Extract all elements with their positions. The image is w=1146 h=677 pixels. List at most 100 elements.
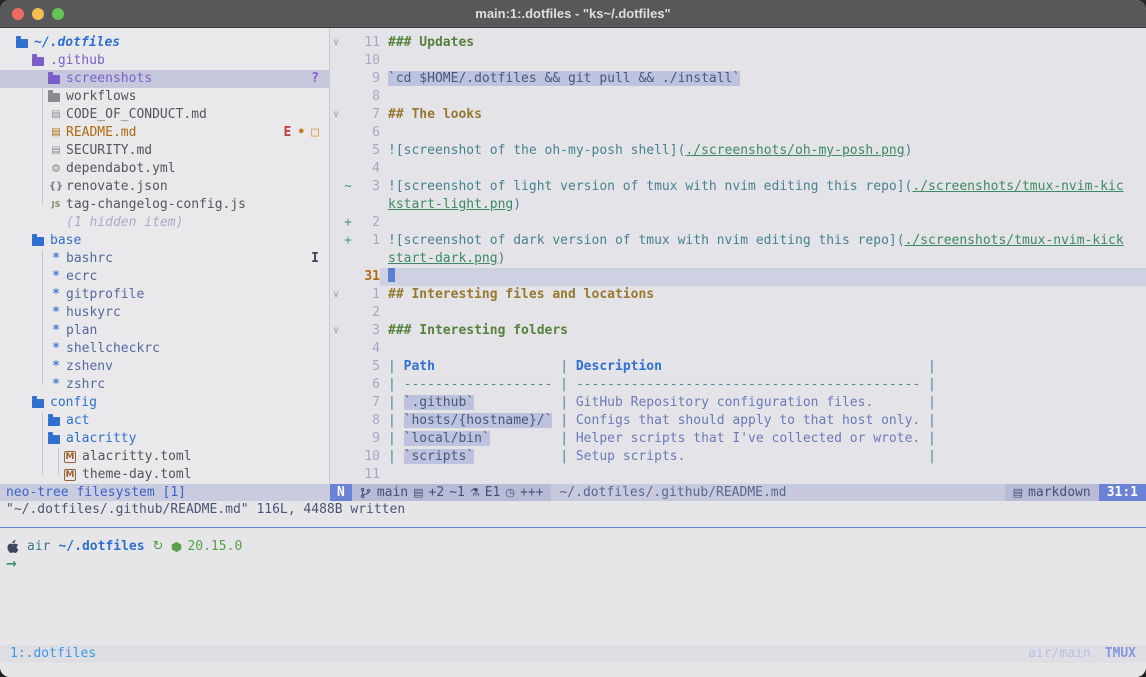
editor-line[interactable]: ∨11### Updates [330, 34, 1146, 52]
editor-line[interactable]: kstart-light.png) [330, 196, 1146, 214]
tree-item-act[interactable]: act [0, 412, 329, 430]
tree-item-label: shellcheckrc [66, 340, 160, 358]
editor-line[interactable]: +2 [330, 214, 1146, 232]
editor-line[interactable]: 6 [330, 124, 1146, 142]
fold-column [330, 124, 342, 142]
sign-column [342, 160, 354, 178]
close-button[interactable] [12, 8, 24, 20]
editor-line[interactable]: 4 [330, 340, 1146, 358]
editor-line[interactable]: ∨7## The looks [330, 106, 1146, 124]
tree-item--1-hidden-item-[interactable]: (1 hidden item) [0, 214, 329, 232]
shell-pane[interactable]: air ~/.dotfiles ↻ 20.15.0 → [0, 528, 1146, 574]
tree-item-tag-changelog-config.js[interactable]: JStag-changelog-config.js [0, 196, 329, 214]
editor-line[interactable]: start-dark.png) [330, 250, 1146, 268]
line-text: | `local/bin` | Helper scripts that I've… [380, 430, 1146, 448]
line-text: ## The looks [380, 106, 1146, 124]
tree-item-~-.dotfiles[interactable]: ~/.dotfiles [0, 34, 329, 52]
markdown-icon: ▤ [1013, 484, 1023, 501]
tree-item-bashrc[interactable]: *bashrcI [0, 250, 329, 268]
syntax-cell: Helper scripts that I've collected or wr… [576, 431, 920, 446]
tree-item-theme-day.toml[interactable]: Mtheme-day.toml [0, 466, 329, 484]
current-directory: ~/.dotfiles [58, 538, 144, 556]
editor-line[interactable]: 7| `.github` | GitHub Repository configu… [330, 394, 1146, 412]
tree-item-zshenv[interactable]: *zshenv [0, 358, 329, 376]
line-text: | Path | Description | [380, 358, 1146, 376]
status-row: neo-tree filesystem [1] N main ▤ +2 ~1 ⚗… [0, 484, 1146, 501]
fold-column [330, 394, 342, 412]
folder-icon [48, 435, 60, 444]
editor-line[interactable]: 8| `hosts/{hostname}/` | Configs that sh… [330, 412, 1146, 430]
tree-item-ecrc[interactable]: *ecrc [0, 268, 329, 286]
editor-line[interactable]: 9`cd $HOME/.dotfiles && git pull && ./in… [330, 70, 1146, 88]
tree-item-renovate.json[interactable]: {}renovate.json [0, 178, 329, 196]
tree-item-label: zshrc [66, 376, 105, 394]
diagnostics-count: E1 [485, 484, 501, 501]
editor-line[interactable]: 2 [330, 304, 1146, 322]
titlebar: main:1:.dotfiles - "ks~/.dotfiles" [0, 0, 1146, 28]
zoom-button[interactable] [52, 8, 64, 20]
git-sign: ~ [342, 178, 354, 196]
tmux-window-tab[interactable]: 1:.dotfiles [10, 645, 96, 663]
fold-column [330, 268, 342, 286]
syntax-md: ![screenshot of dark version of tmux wit… [388, 233, 905, 248]
editor-line[interactable]: 4 [330, 160, 1146, 178]
sign-column [342, 448, 354, 466]
tree-item-config[interactable]: config [0, 394, 329, 412]
line-number [354, 250, 380, 268]
syntax-cell: Setup scripts. [576, 449, 686, 464]
line-text [380, 268, 1146, 286]
tree-item-alacritty[interactable]: alacritty [0, 430, 329, 448]
md-icon: ▤ [48, 124, 64, 142]
tree-item-zshrc[interactable]: *zshrc [0, 376, 329, 394]
tree-item-alacritty.toml[interactable]: Malacritty.toml [0, 448, 329, 466]
editor-line[interactable]: 6| ------------------- | ---------------… [330, 376, 1146, 394]
sign-column [342, 394, 354, 412]
editor-line[interactable]: ~3![screenshot of light version of tmux … [330, 178, 1146, 196]
editor-line[interactable]: 5| Path | Description | [330, 358, 1146, 376]
tree-item-base[interactable]: base [0, 232, 329, 250]
fold-column [330, 376, 342, 394]
editor-line[interactable]: 10 [330, 52, 1146, 70]
tree-item-huskyrc[interactable]: *huskyrc [0, 304, 329, 322]
tree-item-shellcheckrc[interactable]: *shellcheckrc [0, 340, 329, 358]
syntax-pipe: | ------------------- | ----------------… [388, 377, 936, 392]
tree-item-code-of-conduct.md[interactable]: ▤CODE_OF_CONDUCT.md [0, 106, 329, 124]
tree-item-workflows[interactable]: workflows [0, 88, 329, 106]
tree-item-label: dependabot.yml [66, 160, 176, 178]
editor-pane[interactable]: ∨11### Updates109`cd $HOME/.dotfiles && … [330, 28, 1146, 484]
tree-item-label: alacritty.toml [82, 448, 192, 466]
tree-item-screenshots[interactable]: screenshots? [0, 70, 329, 88]
neotree-sidebar: ~/.dotfiles.githubscreenshots?workflows▤… [0, 28, 330, 484]
js-icon: JS [48, 196, 64, 214]
tree-item-label: ecrc [66, 268, 97, 286]
editor-line[interactable]: 8 [330, 88, 1146, 106]
syntax-pipe: | [474, 449, 576, 464]
star-icon: * [48, 268, 64, 286]
hostname: air [27, 538, 50, 556]
line-number: 10 [354, 448, 380, 466]
tree-item-security.md[interactable]: ▤SECURITY.md [0, 142, 329, 160]
gear-icon: ⚙ [48, 160, 64, 178]
editor-line[interactable]: +1![screenshot of dark version of tmux w… [330, 232, 1146, 250]
tree-item-plan[interactable]: *plan [0, 322, 329, 340]
editor-line[interactable]: 11 [330, 466, 1146, 484]
editor-line[interactable]: ∨3### Interesting folders [330, 322, 1146, 340]
fold-chevron-icon: ∨ [330, 322, 342, 340]
tree-item-label: (1 hidden item) [66, 214, 183, 232]
editor-line[interactable]: 5![screenshot of the oh-my-posh shell](.… [330, 142, 1146, 160]
line-number: 2 [354, 214, 380, 232]
tree-item-dependabot.yml[interactable]: ⚙dependabot.yml [0, 160, 329, 178]
folder-icon [32, 237, 44, 246]
editor-line[interactable]: 31 [330, 268, 1146, 286]
line-number: 11 [354, 34, 380, 52]
tree-item-.github[interactable]: .github [0, 52, 329, 70]
editor-line[interactable]: ∨1## Interesting files and locations [330, 286, 1146, 304]
block-cursor [388, 268, 395, 282]
minimize-button[interactable] [32, 8, 44, 20]
filetype-segment: ▤ markdown [1005, 484, 1099, 501]
editor-line[interactable]: 9| `local/bin` | Helper scripts that I'v… [330, 430, 1146, 448]
tree-item-gitprofile[interactable]: *gitprofile [0, 286, 329, 304]
editor-line[interactable]: 10| `scripts` | Setup scripts. | [330, 448, 1146, 466]
line-number: 7 [354, 394, 380, 412]
tree-item-readme.md[interactable]: ▤README.mdE•□ [0, 124, 329, 142]
